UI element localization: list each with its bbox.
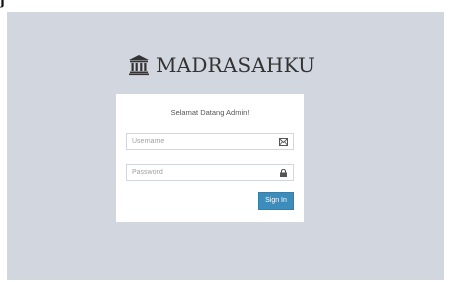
login-page-background: MADRASAHKU Selamat Datang Admin! Usernam… [7,12,444,280]
bank-icon [129,55,149,76]
username-field [126,133,294,150]
password-input[interactable] [127,165,282,180]
sign-in-button[interactable]: Sign In [258,192,294,210]
login-greeting: Selamat Datang Admin! [170,108,250,117]
envelope-icon [279,138,288,146]
username-input[interactable] [127,134,282,149]
login-box: Selamat Datang Admin! Sign In [116,94,304,222]
app-title: MADRASAHKU [156,53,316,77]
page-frame: j MADRASAHKU Selamat Datang Admin! Usern… [0,0,449,282]
cropped-text-fragment: j [0,0,5,9]
app-logo[interactable]: MADRASAHKU [128,52,315,78]
password-field [126,164,294,181]
lock-icon [280,169,287,177]
